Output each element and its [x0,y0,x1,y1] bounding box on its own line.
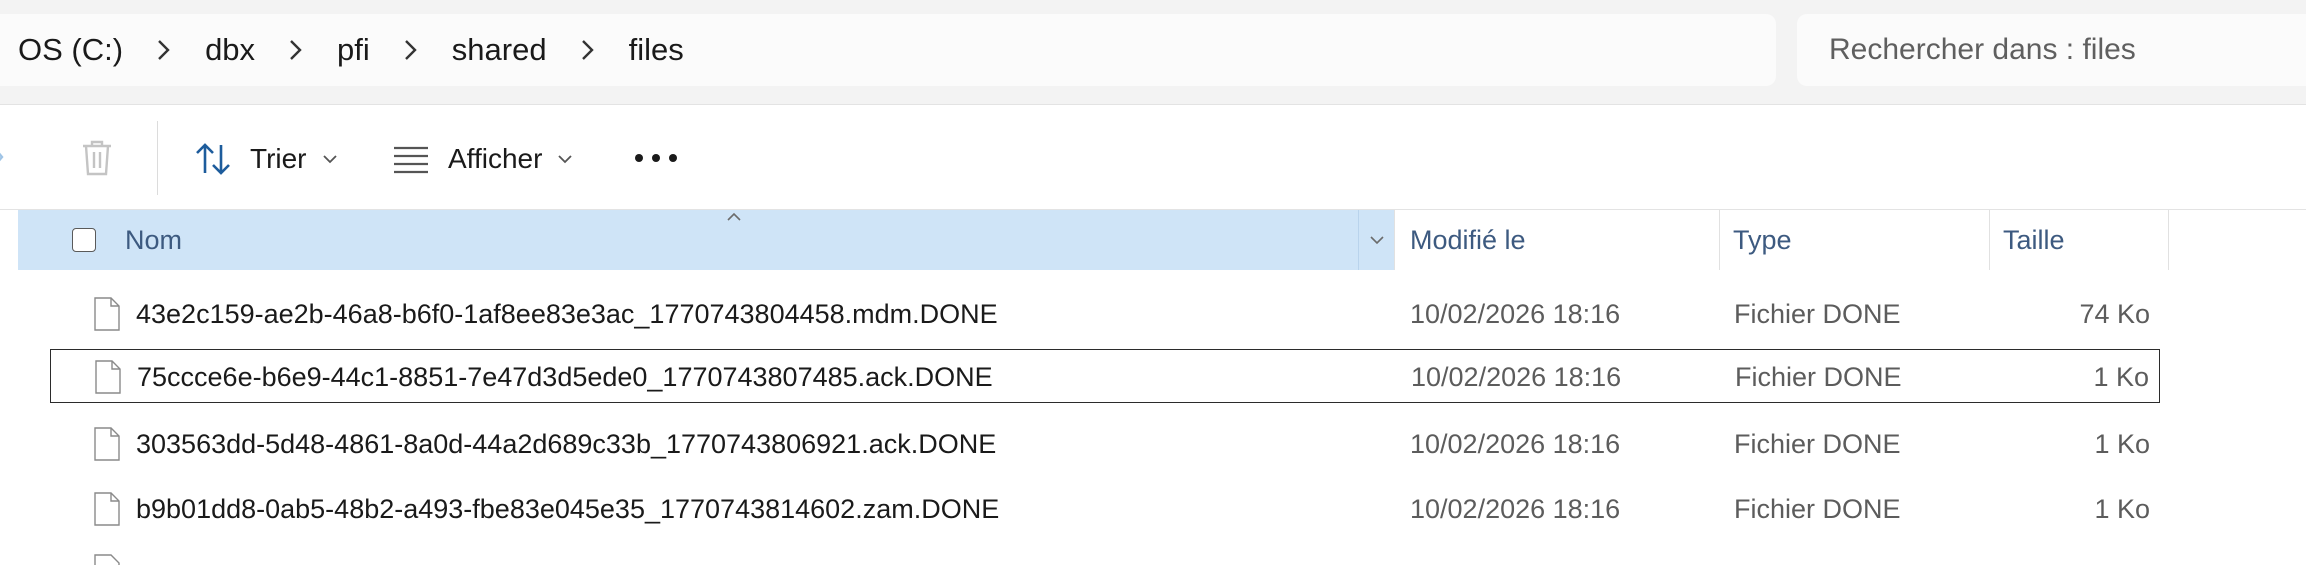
chevron-down-icon [558,155,573,164]
file-name: 303563dd-5d48-4861-8a0d-44a2d689c33b_177… [136,428,997,459]
trash-icon[interactable] [80,139,114,177]
column-dropdown-button[interactable] [1358,210,1394,270]
file-name: b9b01dd8-0ab5-48b2-a493-fbe83e045e35_177… [136,493,1000,524]
file-row-partial[interactable] [50,552,2160,565]
column-headers: Nom Modifié le Type Taille [0,210,2306,270]
column-header-modified[interactable]: Modifié le [1410,210,1526,270]
file-modified: 10/02/2026 18:16 [1410,428,1621,459]
chevron-right-icon[interactable] [547,39,629,61]
breadcrumb-drive[interactable]: OS (C:) [18,32,123,68]
file-icon [94,554,120,565]
command-bar: Trier Afficher [0,104,2306,210]
sort-button[interactable]: Trier [194,139,337,179]
file-type: Fichier DONE [1734,493,1901,524]
file-icon [94,297,120,331]
sort-arrows-icon [196,143,230,175]
file-type: Fichier DONE [1734,428,1901,459]
view-label: Afficher [448,143,543,174]
column-header-name[interactable]: Nom [18,210,1394,270]
column-separator[interactable] [1989,210,1990,270]
file-row[interactable]: b9b01dd8-0ab5-48b2-a493-fbe83e045e35_177… [50,482,2160,536]
file-type: Fichier DONE [1734,298,1901,329]
breadcrumb-shared[interactable]: shared [452,32,547,68]
breadcrumb-dbx[interactable]: dbx [205,32,255,68]
file-size: 1 Ko [2094,493,2150,524]
column-separator[interactable] [1394,210,1395,270]
file-name: 43e2c159-ae2b-46a8-b6f0-1af8ee83e3ac_177… [136,298,998,329]
sort-ascending-icon [727,212,741,221]
chevron-down-icon [1369,236,1384,245]
sort-label: Trier [250,143,307,174]
column-separator[interactable] [1719,210,1720,270]
search-placeholder: Rechercher dans : files [1829,33,2136,66]
view-button[interactable]: Afficher [392,139,573,179]
file-size: 1 Ko [2094,428,2150,459]
file-row[interactable]: 43e2c159-ae2b-46a8-b6f0-1af8ee83e3ac_177… [50,287,2160,341]
column-name-label: Nom [125,224,183,255]
share-icon[interactable] [0,141,6,173]
chevron-down-icon [322,155,337,164]
address-bar-area: OS (C:) dbx pfi shared files Rechercher … [0,0,2306,104]
column-separator[interactable] [2168,210,2169,270]
file-icon [94,492,120,526]
column-header-type[interactable]: Type [1733,210,1792,270]
file-row[interactable]: 75ccce6e-b6e9-44c1-8851-7e47d3d5ede0_177… [50,349,2160,403]
chevron-right-icon[interactable] [123,39,205,61]
file-name: 75ccce6e-b6e9-44c1-8851-7e47d3d5ede0_177… [137,361,993,392]
address-bar[interactable]: OS (C:) dbx pfi shared files [0,14,1776,86]
file-row[interactable]: 303563dd-5d48-4861-8a0d-44a2d689c33b_177… [50,417,2160,471]
file-modified: 10/02/2026 18:16 [1410,493,1621,524]
file-icon [95,360,121,394]
file-icon [94,427,120,461]
toolbar-divider [157,121,158,195]
ellipsis-icon[interactable] [634,153,678,163]
view-lines-icon [394,146,428,174]
chevron-right-icon[interactable] [370,39,452,61]
file-modified: 10/02/2026 18:16 [1411,361,1622,392]
breadcrumb-files[interactable]: files [629,32,684,68]
file-size: 74 Ko [2079,298,2150,329]
file-modified: 10/02/2026 18:16 [1410,298,1621,329]
search-input[interactable]: Rechercher dans : files [1797,14,2306,86]
column-header-size[interactable]: Taille [2003,210,2065,270]
chevron-right-icon[interactable] [255,39,337,61]
breadcrumb-pfi[interactable]: pfi [337,32,370,68]
file-type: Fichier DONE [1735,361,1902,392]
select-all-checkbox[interactable] [72,228,96,252]
file-size: 1 Ko [2093,361,2149,392]
